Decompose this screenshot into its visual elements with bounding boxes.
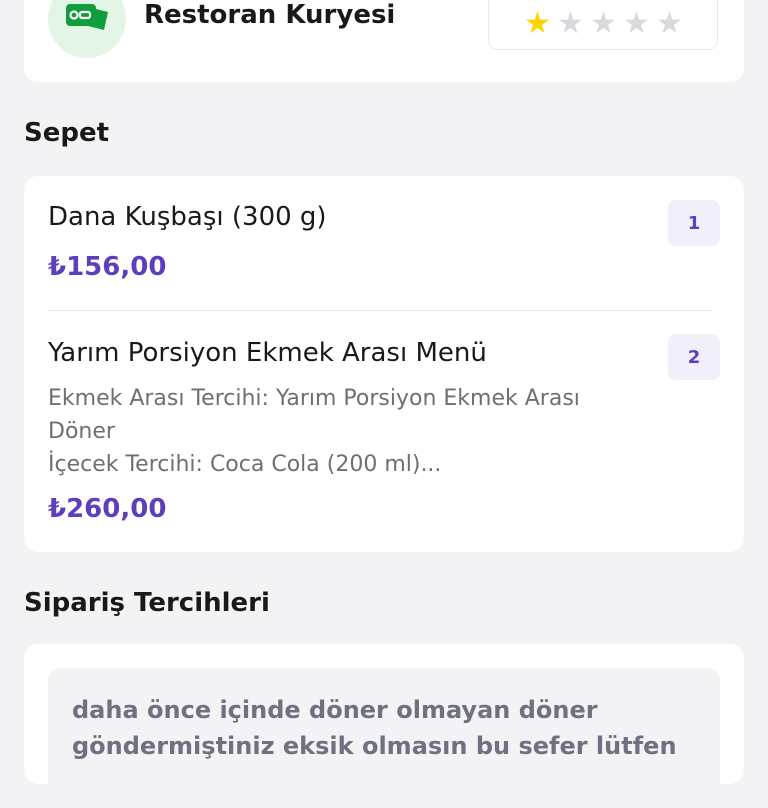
- star-icon[interactable]: ★: [554, 9, 587, 39]
- order-note-line: daha önce içinde döner olmayan döner: [72, 696, 598, 724]
- item-price: ₺156,00: [48, 252, 167, 282]
- quantity-badge[interactable]: 2: [668, 334, 720, 380]
- item-price: ₺260,00: [48, 494, 167, 524]
- preferences-title: Sipariş Tercihleri: [24, 588, 270, 618]
- quantity-badge[interactable]: 1: [668, 200, 720, 246]
- courier-card: Restoran Kuryesi ★ ★ ★ ★ ★: [24, 0, 744, 82]
- item-description-line: İçecek Tercihi: Coca Cola (200 ml)...: [48, 452, 442, 477]
- basket-card: Dana Kuşbaşı (300 g) ₺156,00 1 Yarım Por…: [24, 176, 744, 552]
- item-name: Dana Kuşbaşı (300 g): [48, 202, 327, 232]
- item-description: Ekmek Arası Tercihi: Yarım Porsiyon Ekme…: [48, 382, 628, 481]
- item-description-line: Ekmek Arası Tercihi: Yarım Porsiyon Ekme…: [48, 386, 580, 411]
- star-icon[interactable]: ★: [620, 9, 653, 39]
- star-icon[interactable]: ★: [521, 9, 554, 39]
- order-note-field[interactable]: daha önce içinde döner olmayan döner gön…: [48, 668, 720, 808]
- courier-avatar: [48, 0, 126, 58]
- divider: [48, 310, 712, 311]
- item-name: Yarım Porsiyon Ekmek Arası Menü: [48, 338, 487, 368]
- order-note-text: daha önce içinde döner olmayan döner gön…: [72, 692, 702, 764]
- item-description-line: Döner: [48, 419, 115, 444]
- courier-name: Restoran Kuryesi: [144, 0, 396, 30]
- star-icon[interactable]: ★: [653, 9, 686, 39]
- preferences-card: daha önce içinde döner olmayan döner gön…: [24, 644, 744, 808]
- courier-ticket-icon: [64, 0, 110, 38]
- basket-title: Sepet: [24, 118, 110, 148]
- star-icon[interactable]: ★: [587, 9, 620, 39]
- order-note-line: göndermiştiniz eksik olmasın bu sefer lü…: [72, 732, 677, 760]
- rating-stars[interactable]: ★ ★ ★ ★ ★: [488, 0, 718, 50]
